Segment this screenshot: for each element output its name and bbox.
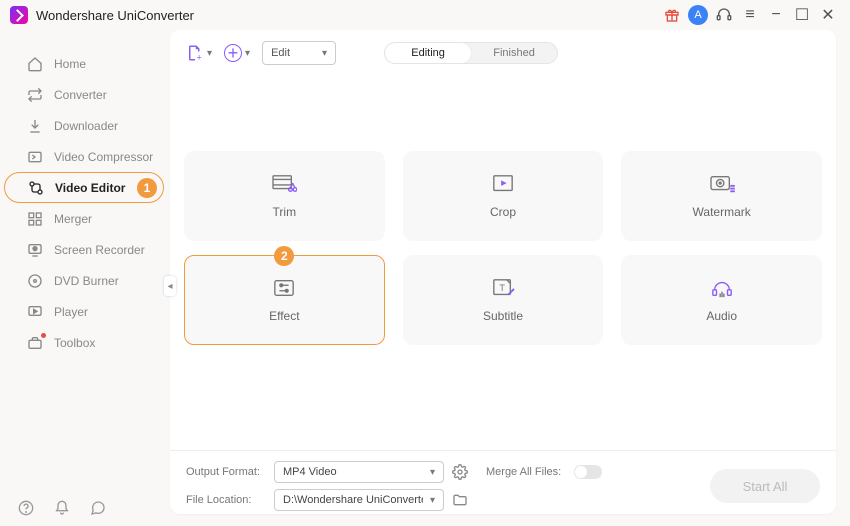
sidebar-item-player[interactable]: Player <box>4 296 164 327</box>
file-add-icon: + <box>186 44 204 62</box>
sidebar-item-label: Merger <box>54 212 92 226</box>
watermark-icon <box>709 173 735 195</box>
sidebar-item-label: Downloader <box>54 119 118 133</box>
output-format-dropdown[interactable]: MP4 Video ▾ <box>274 461 444 483</box>
output-format-value: MP4 Video <box>283 466 337 478</box>
convert-icon <box>26 87 44 103</box>
edit-dropdown-label: Edit <box>271 47 290 59</box>
chevron-down-icon: ▾ <box>322 48 327 59</box>
step-badge: 2 <box>274 246 294 266</box>
maximize-button[interactable]: ☐ <box>790 3 814 27</box>
effect-icon <box>271 277 297 299</box>
sidebar-item-label: Video Editor <box>55 181 125 195</box>
tile-label: Audio <box>706 309 737 323</box>
tile-label: Trim <box>273 205 297 219</box>
svg-text:T: T <box>499 283 505 293</box>
play-icon <box>26 304 44 320</box>
compress-icon <box>26 149 44 165</box>
sidebar-item-video-editor[interactable]: Video Editor 1 <box>4 172 164 203</box>
sidebar-item-label: Converter <box>54 88 107 102</box>
audio-icon <box>709 277 735 299</box>
sidebar-item-label: Player <box>54 305 88 319</box>
main-panel: ◂ + ▾ + ▾ Edit ▾ Editing Finished TrimCr… <box>170 30 836 514</box>
crop-icon <box>490 173 516 195</box>
sidebar-item-toolbox[interactable]: Toolbox <box>4 327 164 358</box>
minimize-button[interactable]: − <box>764 3 788 27</box>
download-icon <box>26 118 44 134</box>
add-file-button[interactable]: + ▾ <box>186 44 212 62</box>
file-location-value: D:\Wondershare UniConverter 1 <box>283 494 423 506</box>
merge-icon <box>26 211 44 227</box>
tile-subtitle[interactable]: T Subtitle <box>403 255 604 345</box>
tab-editing[interactable]: Editing <box>385 43 471 63</box>
feedback-icon[interactable] <box>90 500 106 516</box>
editor-icon <box>27 180 45 196</box>
trim-icon <box>271 173 297 195</box>
dvd-icon <box>26 273 44 289</box>
toolbox-icon <box>26 335 44 351</box>
sidebar-item-dvd-burner[interactable]: DVD Burner <box>4 265 164 296</box>
tile-trim[interactable]: Trim <box>184 151 385 241</box>
menu-icon[interactable]: ≡ <box>738 3 762 27</box>
file-location-dropdown[interactable]: D:\Wondershare UniConverter 1 ▾ <box>274 489 444 511</box>
merge-label: Merge All Files: <box>486 466 566 478</box>
sidebar-item-screen-recorder[interactable]: Screen Recorder <box>4 234 164 265</box>
close-button[interactable]: ✕ <box>816 3 840 27</box>
chevron-down-icon: ▾ <box>430 495 435 506</box>
tile-effect[interactable]: 2Effect <box>184 255 385 345</box>
sidebar-item-downloader[interactable]: Downloader <box>4 110 164 141</box>
sidebar-item-label: Screen Recorder <box>54 243 145 257</box>
sidebar: Home Converter Downloader Video Compressor V… <box>0 30 170 526</box>
sidebar-item-video-compressor[interactable]: Video Compressor <box>4 141 164 172</box>
open-folder-icon[interactable] <box>452 492 478 508</box>
sidebar-item-converter[interactable]: Converter <box>4 79 164 110</box>
chevron-down-icon: ▾ <box>207 48 212 59</box>
sidebar-item-label: Video Compressor <box>54 150 153 164</box>
tile-watermark[interactable]: Watermark <box>621 151 822 241</box>
tile-label: Watermark <box>693 205 751 219</box>
sidebar-item-label: DVD Burner <box>54 274 119 288</box>
tile-label: Subtitle <box>483 309 523 323</box>
sidebar-item-label: Home <box>54 57 86 71</box>
start-all-button[interactable]: Start All <box>710 469 820 503</box>
help-icon[interactable] <box>18 500 34 516</box>
record-icon <box>26 242 44 258</box>
chevron-down-icon: ▾ <box>245 48 250 59</box>
output-format-label: Output Format: <box>186 466 266 478</box>
tile-label: Effect <box>269 309 299 323</box>
tile-audio[interactable]: Audio <box>621 255 822 345</box>
app-logo <box>10 6 28 24</box>
home-icon <box>26 56 44 72</box>
subtitle-icon: T <box>490 277 516 299</box>
collapse-sidebar-button[interactable]: ◂ <box>164 276 176 296</box>
edit-dropdown[interactable]: Edit ▾ <box>262 41 336 65</box>
step-badge: 1 <box>137 178 157 198</box>
sidebar-item-home[interactable]: Home <box>4 48 164 79</box>
output-settings-icon[interactable] <box>452 464 478 480</box>
app-title: Wondershare UniConverter <box>36 8 194 23</box>
gift-icon[interactable] <box>660 3 684 27</box>
svg-text:+: + <box>197 53 202 63</box>
support-icon[interactable] <box>712 3 736 27</box>
add-url-button[interactable]: + ▾ <box>224 44 250 62</box>
bell-icon[interactable] <box>54 500 70 516</box>
tile-label: Crop <box>490 205 516 219</box>
sidebar-item-merger[interactable]: Merger <box>4 203 164 234</box>
file-location-label: File Location: <box>186 494 266 506</box>
account-avatar[interactable]: A <box>686 3 710 27</box>
chevron-down-icon: ▾ <box>430 467 435 478</box>
plus-circle-icon: + <box>224 44 242 62</box>
tab-finished[interactable]: Finished <box>471 43 557 63</box>
tile-crop[interactable]: Crop <box>403 151 604 241</box>
merge-toggle[interactable] <box>574 465 602 479</box>
sidebar-item-label: Toolbox <box>54 336 95 350</box>
